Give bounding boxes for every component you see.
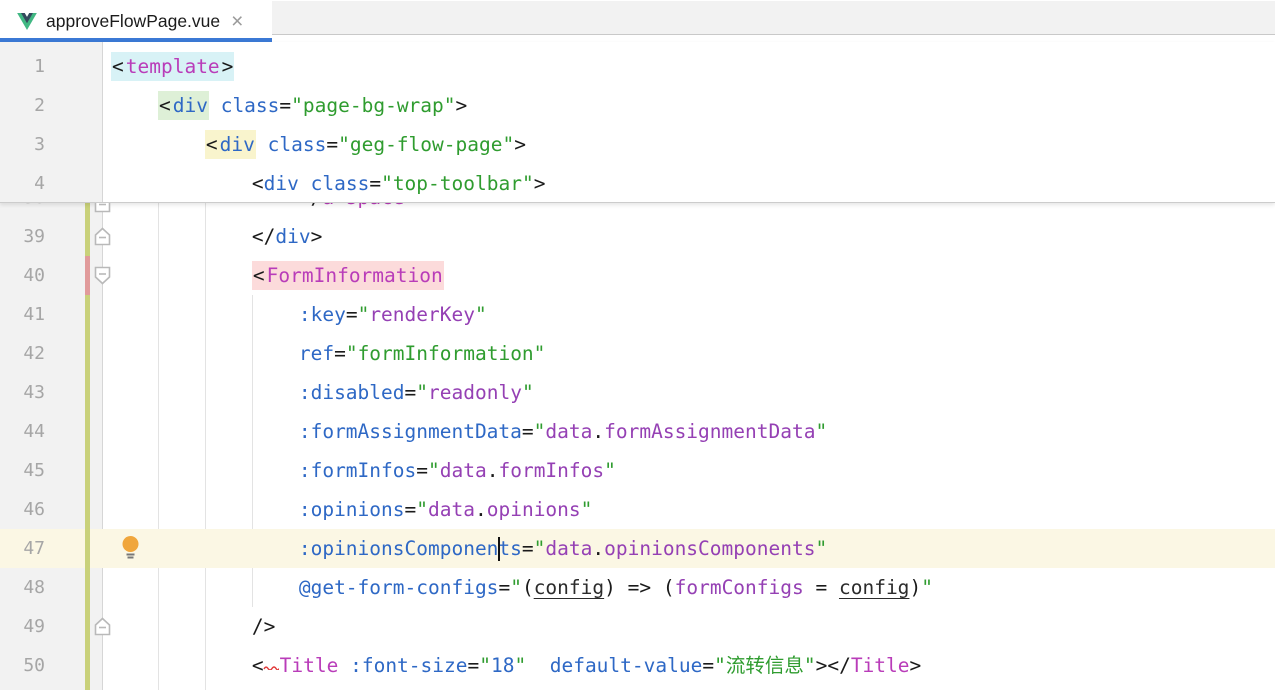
clipped-line-38: 38 </a-space> [0, 203, 1275, 217]
code-line-50[interactable]: 50 <Title :font-size="18" default-value=… [0, 646, 1275, 685]
tab-approveflowpage[interactable]: approveFlowPage.vue × [0, 0, 272, 42]
error-squiggle [263, 652, 279, 675]
tab-close-icon[interactable]: × [231, 11, 243, 32]
sticky-line-1[interactable]: 1 <template> [0, 47, 1275, 86]
code-line-49[interactable]: 49 /> [0, 607, 1275, 646]
code-text: :formAssignmentData="data.formAssignment… [111, 412, 827, 451]
code-text: <div class="page-bg-wrap"> [111, 86, 467, 125]
code-text: ref="formInformation" [111, 334, 545, 373]
code-text: /> [111, 607, 275, 646]
code-line-40[interactable]: 40 <FormInformation [0, 256, 1275, 295]
code-text: <FormInformation [111, 256, 444, 295]
line-number-46[interactable]: 46 [0, 490, 45, 529]
code-text: :formInfos="data.formInfos" [111, 451, 616, 490]
code-line-42[interactable]: 42 ref="formInformation" [0, 334, 1275, 373]
code-text: </a-space> [111, 203, 416, 217]
fold-marker-up-icon[interactable] [94, 617, 111, 641]
code-text: <div class="geg-flow-page"> [111, 125, 526, 164]
code-line-45[interactable]: 45 :formInfos="data.formInfos" [0, 451, 1275, 490]
fold-marker-up-icon[interactable] [94, 227, 111, 251]
line-number-48[interactable]: 48 [0, 568, 45, 607]
text-caret [498, 537, 500, 561]
code-line-48[interactable]: 48 @get-form-configs="(config) => (formC… [0, 568, 1275, 607]
code-line-44[interactable]: 44 :formAssignmentData="data.formAssignm… [0, 412, 1275, 451]
tab-title: approveFlowPage.vue [46, 11, 220, 32]
code-text: :disabled="readonly" [111, 373, 534, 412]
sticky-lines-panel: 1<template>2 <div class="page-bg-wrap">3… [0, 42, 1275, 203]
code-text: <template> [111, 47, 234, 86]
line-number-41[interactable]: 41 [0, 295, 45, 334]
code-line-38[interactable]: 38 </a-space> [0, 203, 1275, 217]
line-number-4[interactable]: 4 [0, 164, 45, 203]
code-line-39[interactable]: 39 </div> [0, 217, 1275, 256]
fold-marker-up-icon[interactable] [94, 203, 111, 217]
code-text: </div> [111, 217, 322, 256]
code-line-43[interactable]: 43 :disabled="readonly" [0, 373, 1275, 412]
code-line-41[interactable]: 41 :key="renderKey" [0, 295, 1275, 334]
line-number-47[interactable]: 47 [0, 529, 45, 568]
code-text: :opinionsComponents="data.opinionsCompon… [111, 529, 827, 568]
vcs-deleted-stripe[interactable] [85, 256, 90, 295]
line-number-39[interactable]: 39 [0, 217, 45, 256]
editor-tab-bar: approveFlowPage.vue × [0, 0, 1275, 42]
sticky-line-3[interactable]: 3 <div class="geg-flow-page"> [0, 125, 1275, 164]
line-number-44[interactable]: 44 [0, 412, 45, 451]
line-number-2[interactable]: 2 [0, 86, 45, 125]
code-text: :opinions="data.opinions" [111, 490, 592, 529]
code-text: <div class="top-toolbar"> [111, 164, 545, 203]
line-number-43[interactable]: 43 [0, 373, 45, 412]
tab-strip-empty-area [272, 1, 1275, 35]
code-text: <Title :font-size="18" default-value="流转… [111, 646, 921, 685]
sticky-line-2[interactable]: 2 <div class="page-bg-wrap"> [0, 86, 1275, 125]
fold-marker-down-icon[interactable] [94, 266, 111, 290]
code-line-46[interactable]: 46 :opinions="data.opinions" [0, 490, 1275, 529]
code-text: @get-form-configs="(config) => (formConf… [111, 568, 933, 607]
code-text: :key="renderKey" [111, 295, 487, 334]
vue-logo-icon [17, 13, 37, 30]
line-number-40[interactable]: 40 [0, 256, 45, 295]
line-number-50[interactable]: 50 [0, 646, 45, 685]
code-editor[interactable]: 38 </a-space>39 </div>40 <FormInformatio… [0, 203, 1275, 690]
intention-bulb-icon[interactable] [120, 535, 141, 564]
line-number-3[interactable]: 3 [0, 125, 45, 164]
line-number-49[interactable]: 49 [0, 607, 45, 646]
line-number-42[interactable]: 42 [0, 334, 45, 373]
line-number-38[interactable]: 38 [0, 203, 45, 217]
code-line-47[interactable]: 47 :opinionsComponents="data.opinionsCom… [0, 529, 1275, 568]
sticky-line-4[interactable]: 4 <div class="top-toolbar"> [0, 164, 1275, 203]
line-number-1[interactable]: 1 [0, 47, 45, 86]
line-number-45[interactable]: 45 [0, 451, 45, 490]
